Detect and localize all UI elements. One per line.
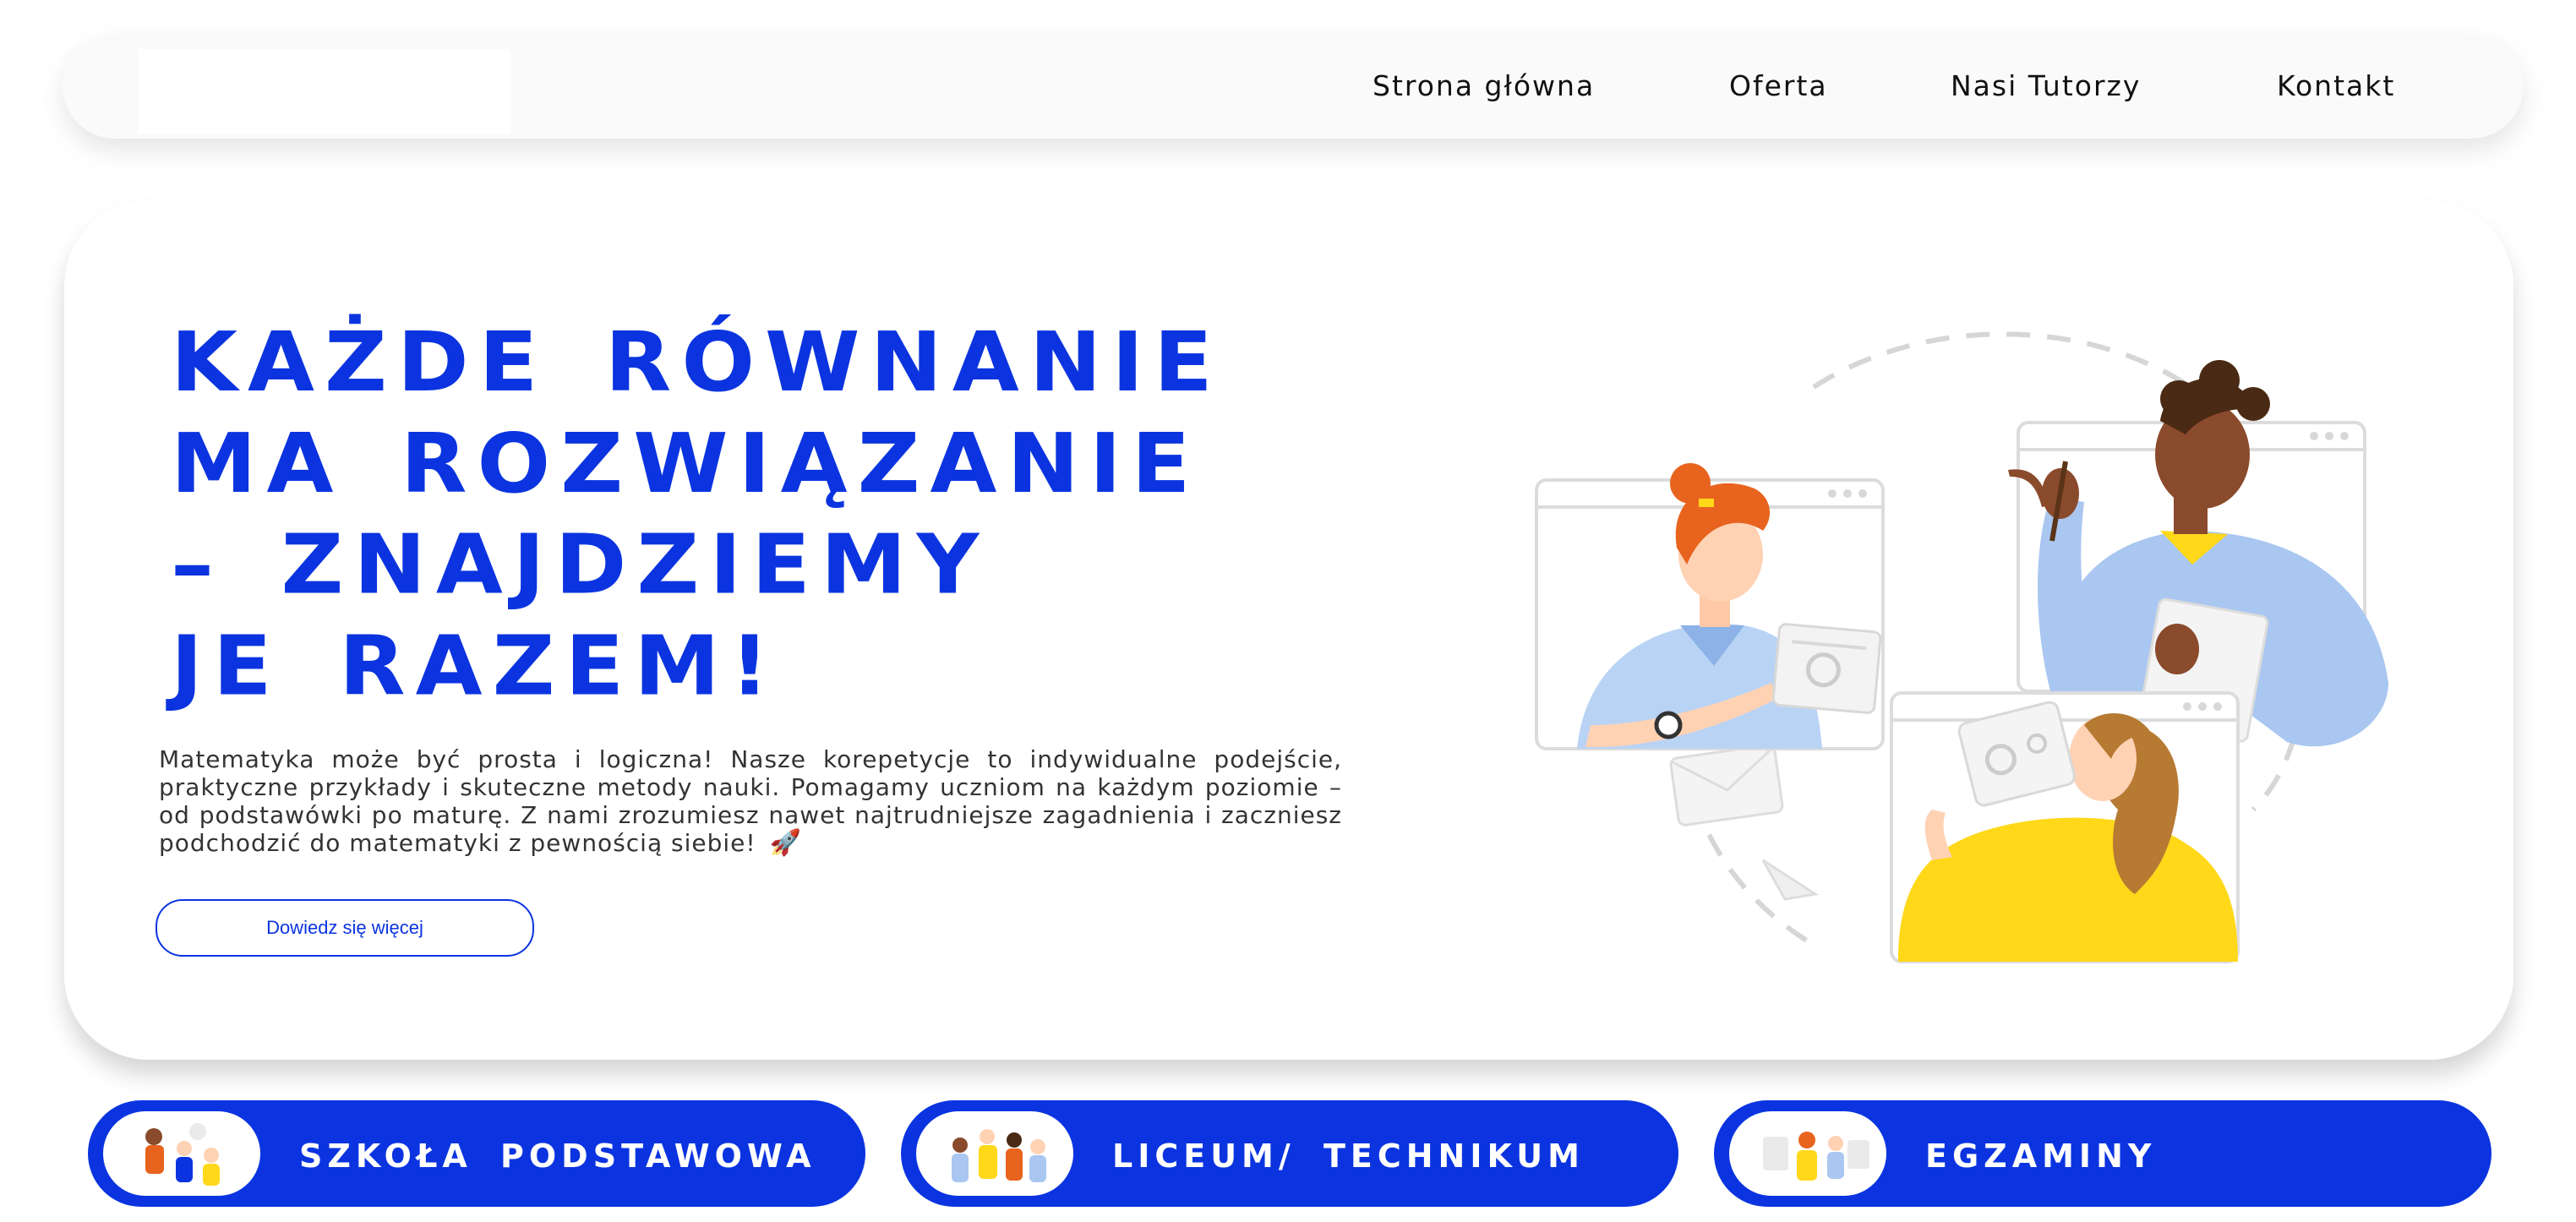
video-window-bottom: [1890, 691, 2240, 963]
headline-line-1: KAŻDE RÓWNANIE: [171, 314, 1223, 411]
teens-illustration-icon: [916, 1111, 1073, 1196]
learn-more-label: Dowiedz się więcej: [266, 917, 423, 938]
category-label-high-school: LICEUM/ TECHNIKUM: [1112, 1137, 1585, 1175]
nav-link-contact[interactable]: Kontakt: [2277, 69, 2395, 102]
category-exams[interactable]: EGZAMINY: [1714, 1100, 2491, 1207]
headline-line-3: – ZNAJDZIEMY: [171, 517, 990, 614]
category-label-primary: SZKOŁA PODSTAWOWA: [299, 1137, 816, 1175]
exam-group-illustration-icon: [1729, 1111, 1886, 1196]
category-label-exams: EGZAMINY: [1925, 1137, 2157, 1175]
nav-link-tutors[interactable]: Nasi Tutorzy: [1951, 69, 2141, 102]
learn-more-button[interactable]: Dowiedz się więcej: [156, 899, 534, 957]
nav-link-home[interactable]: Strona główna: [1373, 69, 1595, 102]
hero-card: KAŻDE RÓWNANIE MA ROZWIĄZANIE – ZNAJDZIE…: [64, 201, 2513, 1060]
hero-description: Matematyka może być prosta i logiczna! N…: [159, 745, 1342, 857]
video-window-right: [2008, 360, 2388, 747]
hero-headline: KAŻDE RÓWNANIE MA ROZWIĄZANIE – ZNAJDZIE…: [171, 313, 1253, 717]
envelope-icon: [1669, 744, 1784, 826]
headline-line-4: JE RAZEM!: [171, 618, 780, 714]
students-illustration-icon: [103, 1111, 260, 1196]
logo-placeholder[interactable]: [139, 49, 510, 134]
paper-plane-icon: [1761, 859, 1820, 901]
nav-link-offer[interactable]: Oferta: [1729, 69, 1828, 102]
online-tutoring-illustration: [1535, 331, 2388, 963]
video-window-left: [1535, 463, 1885, 750]
headline-line-2: MA ROZWIĄZANIE: [171, 416, 1201, 512]
category-high-school[interactable]: LICEUM/ TECHNIKUM: [901, 1100, 1678, 1207]
hero-description-text: Matematyka może być prosta i logiczna! N…: [159, 745, 1342, 857]
rocket-icon: 🚀: [769, 828, 802, 858]
dashed-arc-top: [1812, 331, 2204, 398]
top-navbar: Strona główna Oferta Nasi Tutorzy Kontak…: [63, 34, 2524, 139]
category-primary-school[interactable]: SZKOŁA PODSTAWOWA: [88, 1100, 865, 1207]
